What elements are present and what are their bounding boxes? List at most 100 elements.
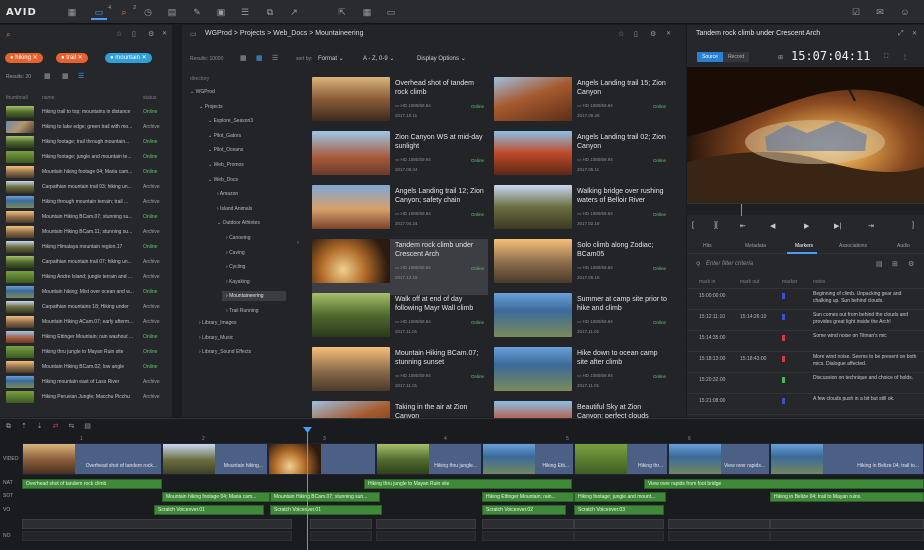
chevron-icon[interactable]: ⌄	[217, 220, 221, 226]
list-item[interactable]: Hiking Andre Island; jungle terrain and …	[6, 270, 166, 284]
tree-item[interactable]: › Library_Music	[199, 335, 233, 341]
audio-clip[interactable]: Overhead shot of tandem rock climb	[22, 479, 162, 489]
marker-row[interactable]: 15:18:13:00 15:18:43:00 More wind noise. S…	[687, 352, 924, 373]
list-item[interactable]: Mountain Hiking ACam.07; early afterm...…	[6, 315, 166, 329]
marker-row[interactable]: 15:21:08:00 A few clouds push in a bit bu…	[687, 394, 924, 415]
clock-icon[interactable]: ◷	[140, 4, 156, 20]
marker-row[interactable]: 15:20:32:00 Discussion on technique and c…	[687, 373, 924, 394]
list-item[interactable]: Hiking mountain east of Lass River Archiv…	[6, 375, 166, 389]
fullscreen-icon[interactable]: ⛶	[884, 54, 888, 61]
tab-metadata[interactable]: Metadata	[745, 243, 766, 249]
audio-clip[interactable]: Mountain Hiking BCam.07; stunning sun...	[270, 492, 380, 502]
calendar-icon[interactable]: ▦	[359, 4, 375, 20]
document-icon[interactable]: ▤	[876, 260, 883, 268]
user-icon[interactable]: ☺	[897, 4, 913, 20]
media-card[interactable]: Solo climb along Zodiac; BCam05 ▭ HD 1080…	[494, 239, 670, 295]
list-item[interactable]: Hiking footage; trail through mountain..…	[6, 135, 166, 149]
mail-icon[interactable]: ✉	[872, 4, 888, 20]
search-icon[interactable]: ⌕ 2	[116, 4, 136, 20]
list-item[interactable]: Mountain hiking footage 04; Maria cam...…	[6, 165, 166, 179]
tile-view-icon[interactable]: ▦	[62, 72, 69, 80]
tree-item[interactable]: › Mountaineering	[222, 291, 286, 302]
card-icon[interactable]: ▭	[383, 4, 399, 20]
list-view-icon[interactable]: ☰	[272, 54, 278, 62]
track-label[interactable]: NAT	[0, 480, 20, 486]
sort-order-select[interactable]: A - Z, 0-9 ⌄	[363, 55, 394, 62]
tile-view-icon[interactable]: ▦	[256, 54, 263, 62]
audio-clip[interactable]: Scratch Voiceover.03	[574, 505, 664, 515]
video-clip[interactable]: Mountain hiking...	[162, 443, 268, 475]
empty-track-segment[interactable]	[770, 531, 924, 541]
star-icon[interactable]: ☆	[618, 30, 624, 38]
playhead[interactable]	[307, 429, 308, 550]
media-card[interactable]: Summer at camp site prior to hike and cl…	[494, 293, 670, 349]
list-view-icon[interactable]: ☰	[78, 72, 84, 80]
tree-item[interactable]: › Kayaking	[226, 279, 250, 285]
tree-item[interactable]: › Library_Images	[199, 320, 237, 326]
marker-row[interactable]: 15:12:11:10 15:14:26:10 Sun comes out from…	[687, 310, 924, 331]
media-card[interactable]: Tandem rock climb under Crescent Arch ▭ H…	[312, 239, 488, 295]
media-card[interactable]: Hike down to ocean camp site after climb…	[494, 347, 670, 403]
tree-item[interactable]: › Canoeing	[226, 235, 250, 241]
filter-chip-trail[interactable]: ● trail ✕	[56, 53, 88, 63]
video-preview[interactable]	[687, 67, 924, 202]
scrub-bar[interactable]	[687, 203, 924, 216]
gear-icon[interactable]: ⚙	[650, 30, 656, 38]
empty-track-segment[interactable]	[310, 519, 372, 529]
star-icon[interactable]: ☆	[116, 30, 122, 38]
track-menu-icon[interactable]: ▤	[84, 423, 91, 430]
media-card[interactable]: Angels Landing trail 02; Zion Canyon ▭ HD…	[494, 131, 670, 187]
empty-track-segment[interactable]	[22, 519, 292, 529]
empty-track-segment[interactable]	[770, 519, 924, 529]
empty-track-segment[interactable]	[574, 519, 664, 529]
list-item[interactable]: Hiking through mountain terrain; trail .…	[6, 195, 166, 209]
audio-clip[interactable]: Scratch Voiceover.01	[270, 505, 382, 515]
chevron-icon[interactable]: ›	[226, 235, 228, 241]
overwrite-icon[interactable]: ⇣	[37, 423, 43, 430]
tree-item[interactable]: › Trail Running	[226, 308, 259, 314]
step-back-icon[interactable]: ◀	[770, 222, 775, 230]
mark-out-icon[interactable]: ]	[912, 222, 914, 229]
tree-item[interactable]: › Island Animals	[217, 206, 252, 212]
grid-view-icon[interactable]: ▦	[240, 54, 247, 62]
close-icon[interactable]: ✕	[912, 30, 917, 37]
edit-icon[interactable]: ✎	[189, 4, 205, 20]
list-item[interactable]: Hiking to lake edge; green trail with mo…	[6, 120, 166, 134]
media-card[interactable]: Walk off at end of day following Mayr Wa…	[312, 293, 488, 349]
tree-item[interactable]: › Caving	[226, 250, 245, 256]
close-icon[interactable]: ✕	[162, 30, 167, 37]
filter-input[interactable]: Enter filter criteria	[706, 261, 753, 267]
list-item[interactable]: Mountain Hiking BCam.07; stunning su... O…	[6, 210, 166, 224]
export-icon[interactable]: ⇱	[334, 4, 350, 20]
tree-item[interactable]: ⌄ Web_Docs	[208, 177, 238, 183]
document-icon[interactable]: ▤	[164, 4, 180, 20]
audio-clip[interactable]: Hiking Ettinger Mountain; rain...	[482, 492, 574, 502]
gear-icon[interactable]: ⚙	[908, 260, 914, 268]
trim-icon[interactable]: ⇆	[68, 423, 74, 430]
arrow-icon[interactable]: ↗	[286, 4, 302, 20]
empty-track-segment[interactable]	[668, 531, 770, 541]
tree-item[interactable]: ⌄ Pilot_Gators	[208, 133, 241, 139]
list-item[interactable]: Carpathian mountains 18; Hiking under Arc…	[6, 300, 166, 314]
empty-track-segment[interactable]	[482, 531, 574, 541]
audio-clip[interactable]: Scratch Voiceover.01	[154, 505, 264, 515]
record-button[interactable]: Record	[723, 52, 749, 62]
audio-clip[interactable]: Hiking in Belize 04; trail to Mayan ruin…	[770, 492, 924, 502]
chevron-icon[interactable]: ›	[217, 206, 219, 212]
col-name[interactable]: name	[42, 95, 55, 101]
chevron-icon[interactable]: ⌄	[208, 162, 212, 168]
audio-clip[interactable]: View over rapids from foot bridge	[644, 479, 924, 489]
chevron-icon[interactable]: ›	[217, 191, 219, 197]
tree-item[interactable]: ⌄ Projects	[199, 104, 223, 110]
bookmark-icon[interactable]: ▯	[634, 30, 638, 38]
media-card[interactable]: Mountain Hiking BCam.07; stunning sunset…	[312, 347, 488, 403]
menu-icon[interactable]: ⋮	[902, 54, 908, 61]
audio-clip[interactable]: Mountain hiking footage 04; Maria cam...	[162, 492, 270, 502]
list-item[interactable]: Carpathian mountain trail 03; hiking un.…	[6, 180, 166, 194]
expand-icon[interactable]: ⤢	[898, 30, 904, 38]
mark-in-icon[interactable]: [	[692, 222, 694, 229]
list-item[interactable]: Mountain Hiking BCam.11; stunning su... A…	[6, 225, 166, 239]
gear-icon[interactable]: ⚙	[148, 30, 154, 38]
tree-item[interactable]: › Cycling	[226, 264, 245, 270]
sort-field-select[interactable]: Format ⌄	[318, 55, 344, 62]
